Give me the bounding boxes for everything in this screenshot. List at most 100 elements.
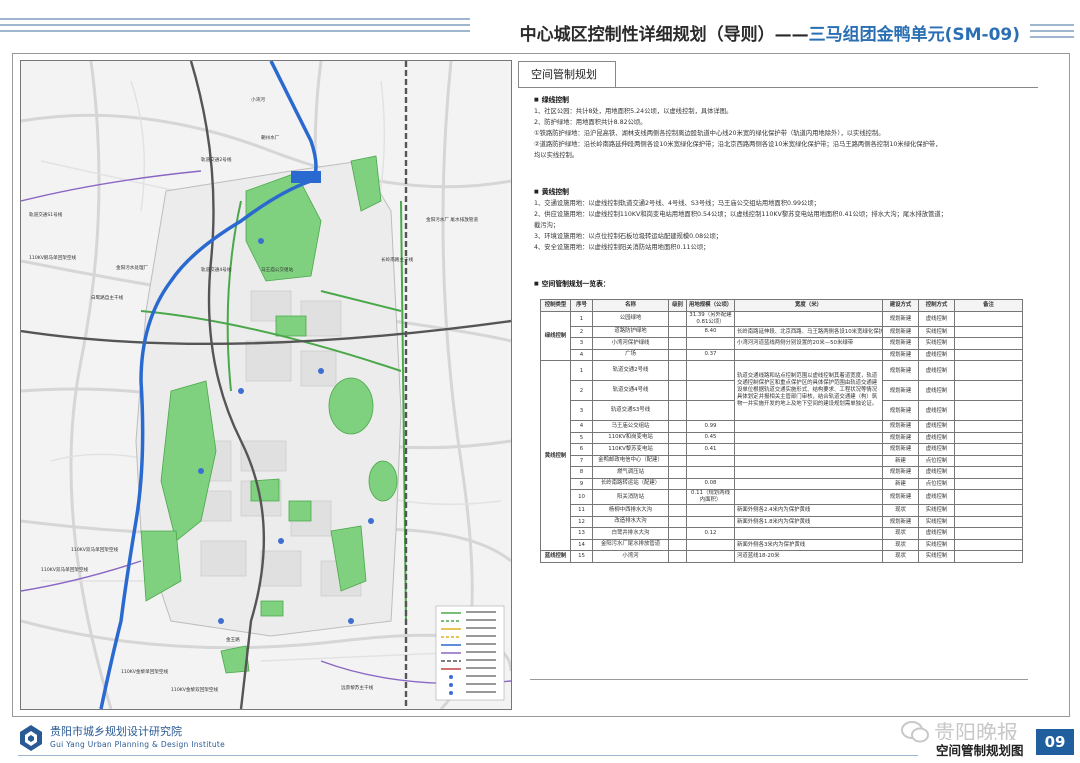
wechat-icon <box>901 721 929 743</box>
table-header-cell: 备注 <box>954 299 1023 312</box>
table-cell <box>954 360 1023 381</box>
table-cell: 长岭南路延伸段、北京西路、马王路两侧各设10米宽绿化保护带 <box>734 325 883 338</box>
table-row: 6 110KV黎苏变电站 0.41 规划新建 虚线控制 <box>541 443 1023 456</box>
table-cell: 规划新建 <box>882 310 919 327</box>
table-cell <box>734 527 883 540</box>
footer: 贵阳市城乡规划设计研究院 Gui Yang Urban Planning & D… <box>0 715 1080 763</box>
map-label-wwtp: 金阳污水厂 尾水排放管道 <box>426 216 478 223</box>
institute-name-cn: 贵阳市城乡规划设计研究院 <box>50 725 182 738</box>
green-line-item: 均以实线控制。 <box>534 152 579 159</box>
table-cell: 1 <box>570 310 593 327</box>
table-cell: 12 <box>570 515 593 528</box>
table-cell: 点位控制 <box>918 454 955 467</box>
table-cell <box>686 515 735 528</box>
green-line-item: 2、防护绿地：用地面积共计8.82公顷。 <box>534 119 647 126</box>
table-cell: 规划新建 <box>882 400 919 421</box>
table-header-cell: 序号 <box>570 299 593 312</box>
map-label-xiaowan: 小湾河 <box>251 96 265 103</box>
table-cell <box>686 504 735 517</box>
table-cell <box>954 466 1023 479</box>
table-cell <box>686 380 735 401</box>
table-row: 3 小湾河保护绿线 小湾河河道蓝线两侧分别设置的20米—50米绿带 规划新建 实线控制 <box>541 337 1023 350</box>
table-cell <box>686 454 735 467</box>
table-header-row: 控制类型 序号 名称 级别 用地规模（公顷） 宽度（米） 建设方式 控制方式 备… <box>540 299 1023 312</box>
table-cell: 白鹭井排水大沟 <box>592 527 669 540</box>
map-legend <box>435 605 505 701</box>
table-cell <box>668 550 687 563</box>
table-body: 绿线控制 1 公园绿地 31.39（另外配建0.81公顷） 规划新建 虚线控制 2 道路防护绿… <box>540 310 1023 563</box>
table-cell: 13 <box>570 527 593 540</box>
yellow-line-heading: 黄线控制 <box>534 187 1029 198</box>
table-cell: 规划新建 <box>882 431 919 444</box>
table-cell: 0.41 <box>686 443 735 456</box>
header-decoration-right <box>1030 24 1074 42</box>
table-cell: 2 <box>570 380 593 401</box>
green-line-item: 1、社区公园：共计8处，用地面积5.24公顷，以虚线控制，具体详图。 <box>534 108 733 115</box>
table-cell <box>954 337 1023 350</box>
table-cell <box>954 431 1023 444</box>
table-cell <box>954 443 1023 456</box>
table-cell <box>668 527 687 540</box>
table-cell: 0.45 <box>686 431 735 444</box>
green-line-heading: 绿线控制 <box>534 95 1029 106</box>
table-cell: 实线控制 <box>918 515 955 528</box>
table-cell <box>734 466 883 479</box>
map-label-line5: 110KV金黎双回架空线 <box>171 686 218 693</box>
table-cell: 新面外侧各2.4米内为保护黄线 <box>734 504 883 517</box>
regulation-panel: 空间管制规划 绿线控制 1、社区公园：共计8处，用地面积5.24公顷，以虚线控制… <box>518 61 1038 707</box>
map-label-rail-s1: 轨道交通S1号线 <box>29 211 63 218</box>
table-cell: 广场 <box>592 348 669 361</box>
table-cell: 11 <box>570 504 593 517</box>
table-cell <box>954 515 1023 528</box>
yellow-line-item: 3、环境设施用地：以点位控制石板垃圾转运站配建规模0.08公顷； <box>534 233 723 240</box>
table-cell <box>954 380 1023 401</box>
table-cell: 虚线控制 <box>918 348 955 361</box>
table-header-cell: 用地规模（公顷） <box>686 299 735 312</box>
table-cell: 轨道交通线路和站点控制范围以虚线控制其着道宽度，轨道交通控制保护区和重点保护区的… <box>734 360 883 421</box>
table-cell: 现状 <box>882 538 919 551</box>
yellow-line-section: 黄线控制 1、交通设施用地：以虚线控制轨道交通2号线、4号线、S3号线；马王庙公… <box>534 187 1029 253</box>
map-label-maoling: 马王庙公交组站 <box>261 266 294 273</box>
table-cell: 虚线控制 <box>918 466 955 479</box>
panel-tab[interactable]: 空间管制规划 <box>518 61 616 87</box>
header: 中心城区控制性详细规划（导则）——三马组团金鸭单元(SM-09) <box>0 0 1080 58</box>
table-cell: 马王庙公交组站 <box>592 420 669 433</box>
table-cell <box>668 466 687 479</box>
table-row: 4 广场 0.37 规划新建 虚线控制 <box>541 348 1023 361</box>
table-cell: 轨道交通2号线 <box>592 360 669 381</box>
table-group-cell: 黄线控制 <box>540 360 571 551</box>
map-label-line2: 110KV双马单回架空线 <box>71 546 118 553</box>
table-cell <box>954 477 1023 490</box>
yellow-line-item: 4、安全设施用地：以虚线控制阳关消防站用地面积0.11公顷； <box>534 244 710 251</box>
table-cell: 道路防护绿地 <box>592 325 669 338</box>
table-row: 13 白鹭井排水大沟 0.12 现状 虚线控制 <box>541 527 1023 540</box>
map-label-baihu: 白鹭路自主干线 <box>91 294 124 301</box>
table-cell <box>954 550 1023 563</box>
table-row: 9 长岭南路转运站（配建） 0.08 新建 点位控制 <box>541 477 1023 490</box>
table-cell: 轨道交通4号线 <box>592 380 669 401</box>
table-cell: 规划新建 <box>882 380 919 401</box>
map-label-line6: 远景黎苏主干线 <box>341 684 374 691</box>
institute-logo-icon <box>20 725 42 751</box>
table-cell: 10 <box>570 489 593 505</box>
table-cell <box>954 348 1023 361</box>
table-cell <box>686 337 735 350</box>
map-label-line1: 110KV鹅马单回架空线 <box>29 254 76 261</box>
table-cell <box>954 400 1023 421</box>
table-row: 14 金阳污水厂尾水排放管道 新面外侧各3米内为保护黄线 现状 实线控制 <box>541 538 1023 551</box>
table-cell: 实线控制 <box>918 550 955 563</box>
table-cell: 小湾河保护绿线 <box>592 337 669 350</box>
map-label-line3: 110KV双马单回架空线 <box>41 566 88 573</box>
table-cell: 实线控制 <box>918 538 955 551</box>
footer-rule <box>18 755 918 756</box>
table-cell: 改造排水大沟 <box>592 515 669 528</box>
planning-map[interactable]: 轨道交通2号线 轨道交通S1号线 轨道交通4号线 110KV鹅马单回架空线 金阳… <box>20 60 512 710</box>
table-cell <box>668 443 687 456</box>
table-cell: 规划新建 <box>882 515 919 528</box>
table-cell: 长岭南路转运站（配建） <box>592 477 669 490</box>
table-cell: 0.08 <box>686 477 735 490</box>
table-header-cell: 级别 <box>668 299 687 312</box>
table-cell <box>668 454 687 467</box>
table-cell <box>954 538 1023 551</box>
table-cell <box>668 337 687 350</box>
